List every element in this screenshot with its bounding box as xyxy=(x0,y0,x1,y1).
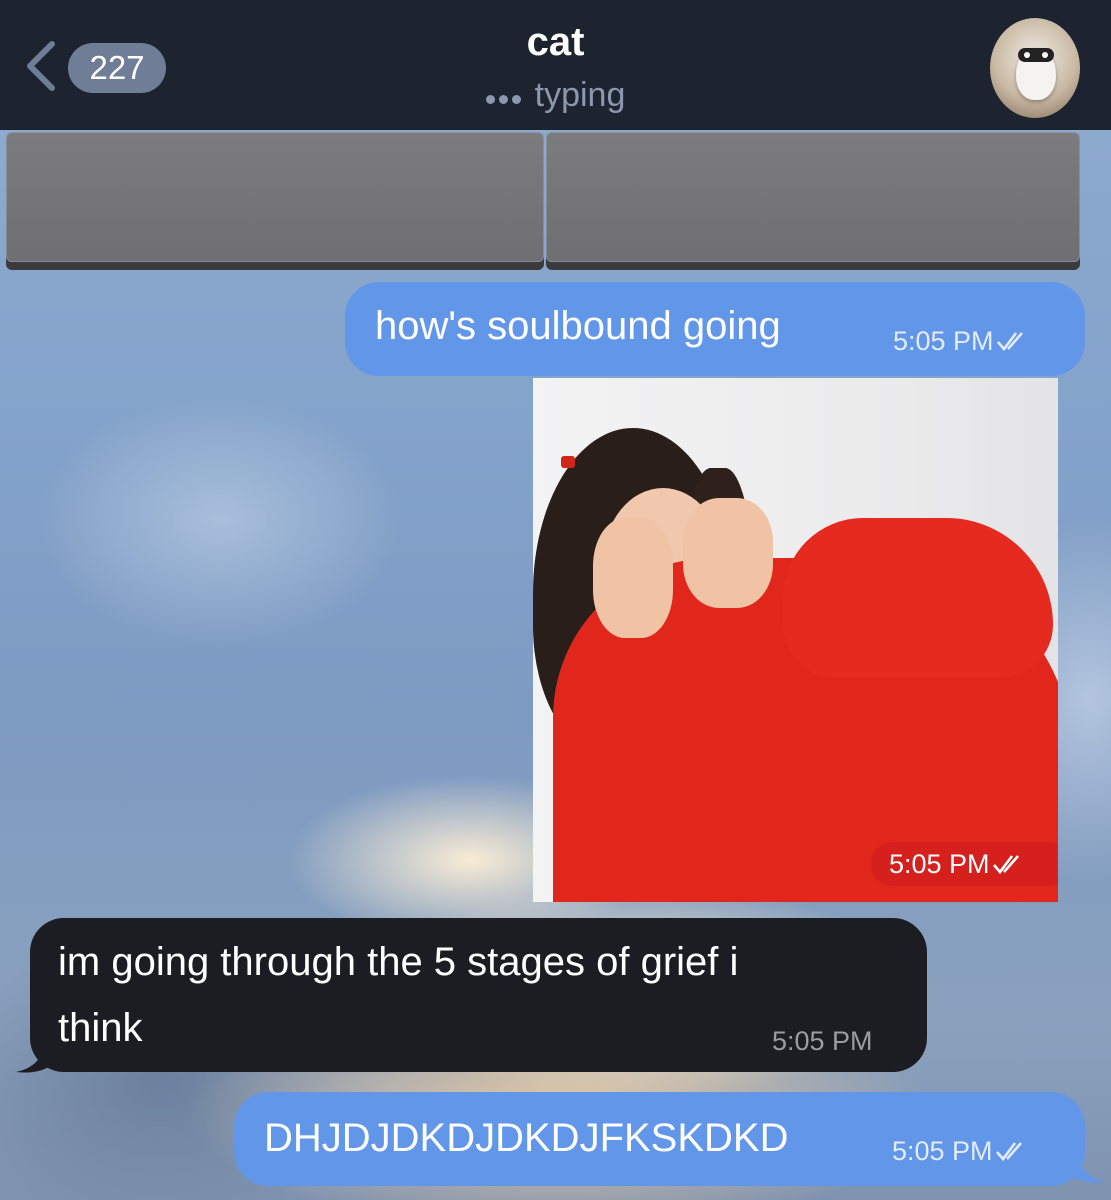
inline-keyboard-button-1[interactable] xyxy=(6,132,544,262)
message-text-line-1: im going through the 5 stages of grief i xyxy=(58,940,739,984)
double-check-icon xyxy=(996,332,1023,351)
message-text: DHJDJDKDJDKDJFKSKDKD xyxy=(264,1116,789,1160)
message-time: 5:05 PM xyxy=(892,1136,993,1166)
message-text-line-2: think xyxy=(58,1006,143,1050)
message-bubble-incoming[interactable]: im going through the 5 stages of grief i… xyxy=(30,918,927,1072)
double-check-icon xyxy=(995,1142,1022,1161)
chat-status: typing xyxy=(0,76,1111,117)
message-text: how's soulbound going xyxy=(375,304,781,348)
photo-time-badge: 5:05 PM xyxy=(871,842,1058,886)
avatar[interactable] xyxy=(990,18,1080,118)
double-check-icon xyxy=(992,855,1019,874)
status-text: typing xyxy=(534,76,626,114)
message-time: 5:05 PM xyxy=(889,849,990,879)
message-time: 5:05 PM xyxy=(772,1026,873,1056)
message-bubble-outgoing[interactable]: DHJDJDKDJDKDJFKSKDKD 5:05 PM xyxy=(234,1092,1085,1186)
message-time: 5:05 PM xyxy=(893,326,994,356)
message-meta: 5:05 PM xyxy=(892,1136,1031,1167)
chat-header: 227 cat typing xyxy=(0,0,1111,130)
chat-title[interactable]: cat xyxy=(0,20,1111,65)
message-bubble-outgoing[interactable]: how's soulbound going 5:05 PM xyxy=(345,282,1085,376)
typing-dots-icon xyxy=(485,74,525,113)
photo-message[interactable]: 5:05 PM xyxy=(533,378,1058,902)
inline-keyboard-button-2[interactable] xyxy=(546,132,1080,262)
message-meta: 5:05 PM xyxy=(893,326,1032,357)
